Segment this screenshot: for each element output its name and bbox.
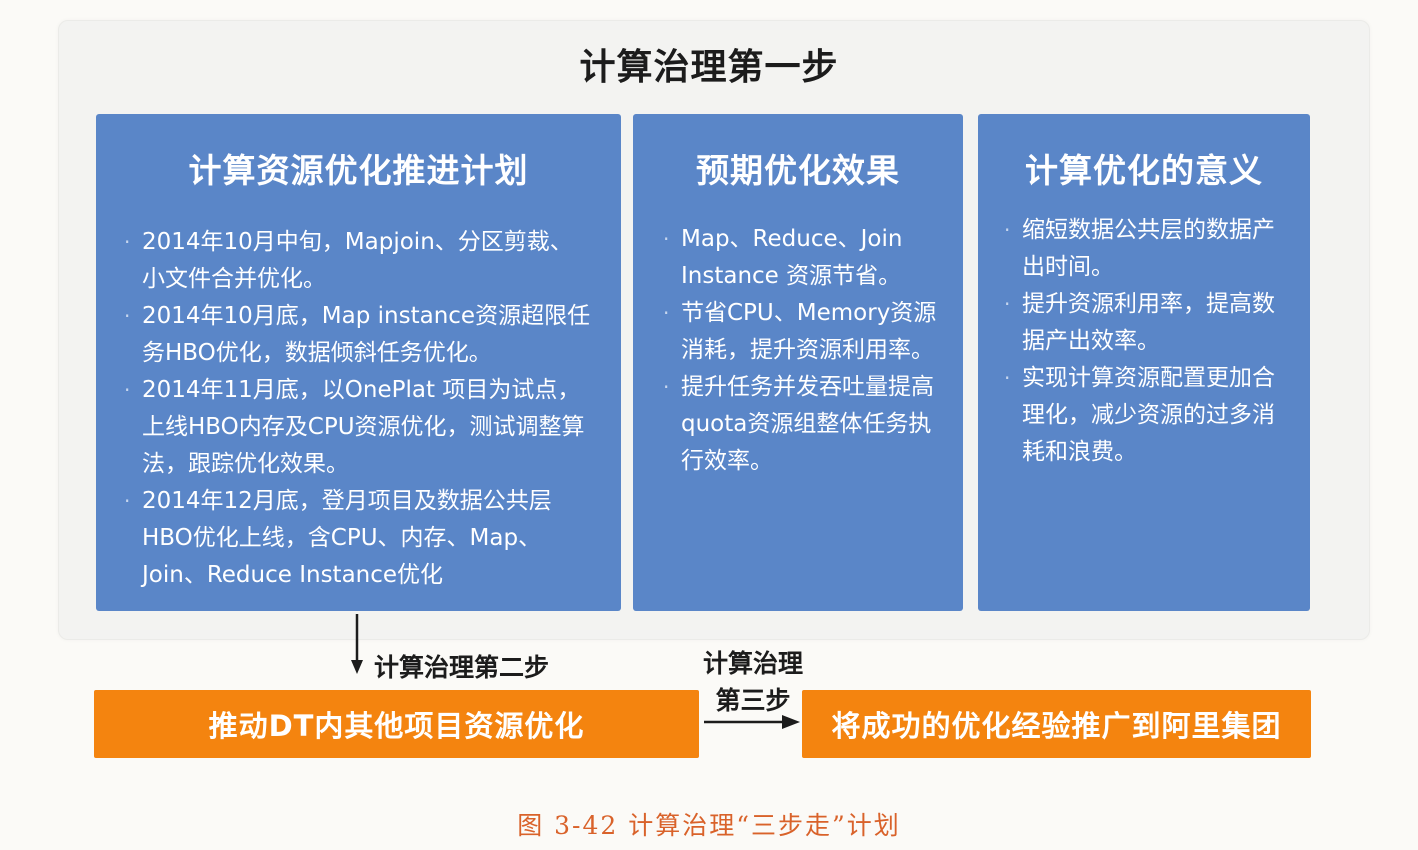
panel-list: Map、Reduce、Join Instance 资源节省。 节省CPU、Mem… xyxy=(663,221,951,480)
panel-title: 计算优化的意义 xyxy=(1025,151,1263,190)
list-item: 缩短数据公共层的数据产出时间。 xyxy=(1004,212,1294,286)
list-item: 2014年12月底，登月项目及数据公共层HBO优化上线，含CPU、内存、Map、… xyxy=(124,483,595,594)
list-item: 2014年10月中旬，Mapjoin、分区剪裁、小文件合并优化。 xyxy=(124,224,595,298)
panel-list: 2014年10月中旬，Mapjoin、分区剪裁、小文件合并优化。 2014年10… xyxy=(124,224,595,594)
panel-title: 计算资源优化推进计划 xyxy=(188,151,529,190)
step3-box: 将成功的优化经验推广到阿里集团 xyxy=(802,690,1311,758)
list-item: 2014年11月底，以OnePlat 项目为试点，上线HBO内存及CPU资源优化… xyxy=(124,372,595,483)
step2-label: 计算治理第二步 xyxy=(374,653,550,682)
arrow-right-icon xyxy=(704,715,800,729)
figure-caption: 图 3-42 计算治理“三步走”计划 xyxy=(517,811,901,840)
panel-list: 缩短数据公共层的数据产出时间。 提升资源利用率，提高数据产出效率。 实现计算资源… xyxy=(1004,212,1294,471)
panel-resource-plan: 计算资源优化推进计划 2014年10月中旬，Mapjoin、分区剪裁、小文件合并… xyxy=(96,114,621,611)
list-item: 实现计算资源配置更加合理化，减少资源的过多消耗和浪费。 xyxy=(1004,360,1294,471)
list-item: 节省CPU、Memory资源消耗，提升资源利用率。 xyxy=(663,295,951,369)
step3-label: 计算治理 第三步 xyxy=(688,645,818,719)
list-item: 提升资源利用率，提高数据产出效率。 xyxy=(1004,286,1294,360)
step1-title: 计算治理第一步 xyxy=(579,47,839,88)
panel-title: 预期优化效果 xyxy=(696,151,900,190)
list-item: 提升任务并发吞吐量提高quota资源组整体任务执行效率。 xyxy=(663,369,951,480)
panel-significance: 计算优化的意义 缩短数据公共层的数据产出时间。 提升资源利用率，提高数据产出效率… xyxy=(978,114,1310,611)
panel-expected-effect: 预期优化效果 Map、Reduce、Join Instance 资源节省。 节省… xyxy=(633,114,963,611)
list-item: Map、Reduce、Join Instance 资源节省。 xyxy=(663,221,951,295)
list-item: 2014年10月底，Map instance资源超限任务HBO优化，数据倾斜任务… xyxy=(124,298,595,372)
step3-label-line1: 计算治理 xyxy=(702,649,803,678)
step2-box: 推动DT内其他项目资源优化 xyxy=(94,690,699,758)
arrow-down-icon xyxy=(351,614,363,674)
